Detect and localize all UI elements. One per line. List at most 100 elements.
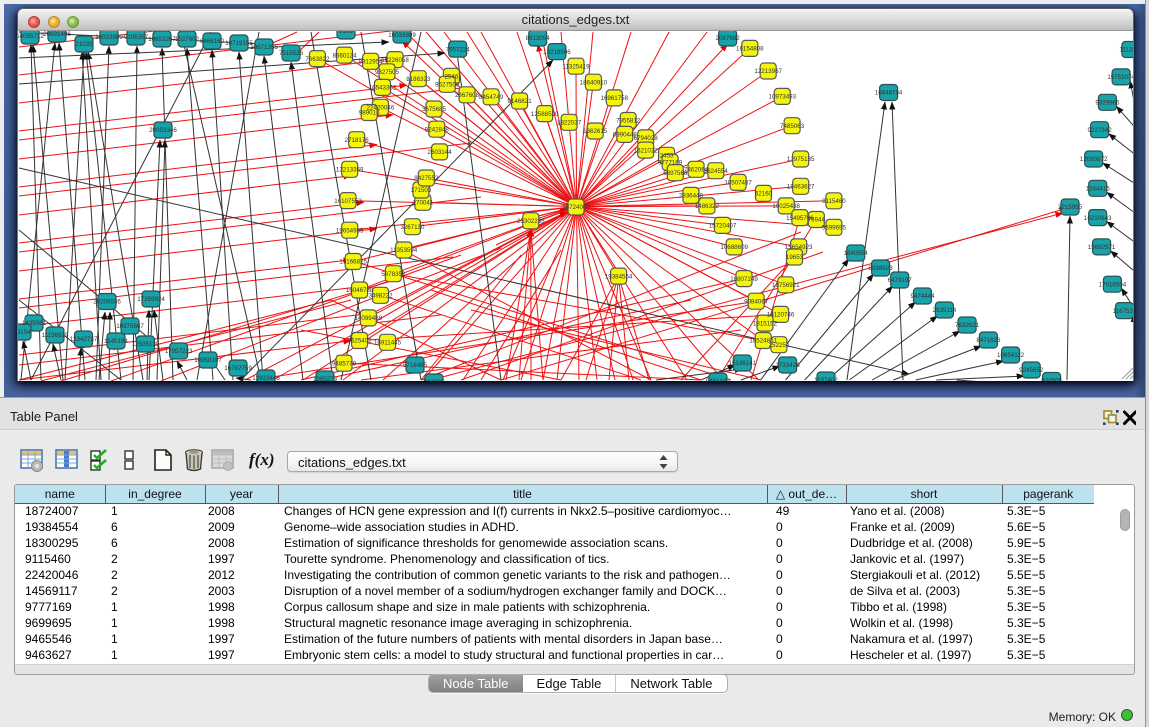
svg-text:2453: 2453 [660,153,674,160]
svg-text:9527508: 9527508 [435,82,460,89]
svg-text:13218506: 13218506 [543,49,571,56]
svg-text:9451442: 9451442 [706,378,731,381]
svg-text:1640954: 1640954 [844,250,869,257]
svg-text:9227342: 9227342 [1088,127,1113,134]
svg-text:15692971: 15692971 [1088,244,1116,251]
svg-text:15654923: 15654923 [785,244,813,251]
svg-text:20691406: 20691406 [43,31,71,38]
svg-text:12923446: 12923446 [252,375,280,381]
svg-text:11353594: 11353594 [390,247,418,254]
svg-text:8912954: 8912954 [359,59,384,66]
svg-text:1197402: 1197402 [814,377,838,381]
svg-text:924505: 924505 [1041,378,1062,381]
svg-text:1822037: 1822037 [557,120,582,127]
svg-text:1733426: 1733426 [776,362,801,369]
svg-text:2718176: 2718176 [345,137,370,144]
svg-text:16033809: 16033809 [388,32,416,39]
svg-text:9146821: 9146821 [508,98,533,105]
svg-text:3624554: 3624554 [704,168,729,175]
svg-text:17957223: 17957223 [165,348,193,355]
svg-text:12093872: 12093872 [1080,156,1108,163]
svg-text:2935114: 2935114 [933,307,957,314]
svg-text:9245652: 9245652 [1019,367,1044,374]
svg-text:16782759: 16782759 [224,365,252,372]
svg-text:7515526: 7515526 [279,50,304,57]
svg-text:10507487: 10507487 [724,180,752,187]
svg-text:18640910: 18640910 [580,79,608,86]
svg-text:19384554: 19384554 [605,273,633,280]
svg-text:19654985: 19654985 [336,227,364,234]
svg-text:15720407: 15720407 [709,223,737,230]
svg-text:171503: 171503 [411,187,432,194]
svg-text:16107553: 16107553 [334,198,362,205]
svg-text:17359924: 17359924 [137,296,165,303]
svg-text:20206536: 20206536 [93,299,121,306]
svg-text:1486322: 1486322 [695,203,720,210]
svg-text:12505135: 12505135 [132,341,160,348]
svg-text:17016504: 17016504 [1099,281,1127,288]
svg-text:21035: 21035 [75,41,93,48]
svg-text:12213967: 12213967 [754,68,782,75]
svg-text:62160: 62160 [755,191,773,198]
svg-text:5716485: 5716485 [403,362,428,369]
svg-text:9485779: 9485779 [332,360,357,367]
svg-text:14055712: 14055712 [18,33,44,40]
svg-text:8186323: 8186323 [406,76,431,83]
svg-text:6466160: 6466160 [200,38,225,45]
svg-text:15751074: 15751074 [1107,74,1134,81]
svg-text:1527602: 1527602 [175,36,200,43]
svg-text:1815152: 1815152 [753,320,778,327]
svg-text:19653: 19653 [786,254,804,261]
svg-text:14099488: 14099488 [355,315,383,322]
svg-text:6479197: 6479197 [888,277,913,284]
svg-text:252254: 252254 [769,342,790,349]
svg-text:10719155: 10719155 [225,40,253,47]
svg-text:7625402: 7625402 [348,338,373,345]
svg-text:9327505: 9327505 [375,69,400,76]
svg-text:18724007: 18724007 [562,204,590,211]
svg-text:170041: 170041 [413,200,434,207]
svg-text:1145194: 1145194 [104,338,128,345]
svg-text:12975135: 12975135 [787,156,815,163]
svg-text:2936448: 2936448 [679,193,704,200]
svg-text:11325419: 11325419 [562,63,590,70]
svg-text:18807249: 18807249 [730,276,758,283]
svg-text:1112857: 1112857 [1119,47,1134,54]
svg-text:9115460: 9115460 [822,198,846,205]
svg-text:10653267: 10653267 [148,36,176,43]
svg-text:9777169: 9777169 [658,160,683,167]
svg-text:7632621: 7632621 [955,322,980,329]
svg-text:1362615: 1362615 [583,128,608,135]
svg-text:16648784: 16648784 [875,90,903,97]
svg-text:39154: 39154 [18,329,31,336]
svg-text:917205: 917205 [424,379,445,381]
svg-text:8813054: 8813054 [526,35,551,42]
svg-text:2087682: 2087682 [716,35,741,42]
svg-text:12588520: 12588520 [531,111,559,118]
svg-text:10958107: 10958107 [194,357,222,364]
svg-text:19166825: 19166825 [339,259,367,266]
svg-text:16543362: 16543362 [369,85,397,92]
svg-text:13226058: 13226058 [381,57,409,64]
svg-text:12342737: 12342737 [70,336,98,343]
svg-text:5878352: 5878352 [381,271,406,278]
svg-text:9474444: 9474444 [910,293,935,300]
svg-text:15136141: 15136141 [729,360,757,367]
svg-text:2603144: 2603144 [428,149,453,156]
svg-text:7663822: 7663822 [305,56,330,63]
svg-text:10973493: 10973493 [769,94,797,101]
svg-text:3675685: 3675685 [422,106,447,113]
svg-text:1435061: 1435061 [22,320,47,327]
svg-text:7955812: 7955812 [616,118,641,125]
svg-text:8427552: 8427552 [414,175,439,182]
svg-text:9699695: 9699695 [822,225,847,232]
svg-text:10688609: 10688609 [720,244,748,251]
svg-text:10975867: 10975867 [116,323,144,330]
svg-text:11156829: 11156829 [42,332,69,339]
svg-text:19463627: 19463627 [787,184,815,191]
svg-text:16154808: 16154808 [736,46,764,53]
svg-text:1244415: 1244415 [1086,186,1111,193]
svg-text:16210643: 16210643 [1084,215,1112,222]
svg-text:1621022: 1621022 [634,147,659,154]
svg-text:1167534: 1167534 [1113,308,1134,315]
